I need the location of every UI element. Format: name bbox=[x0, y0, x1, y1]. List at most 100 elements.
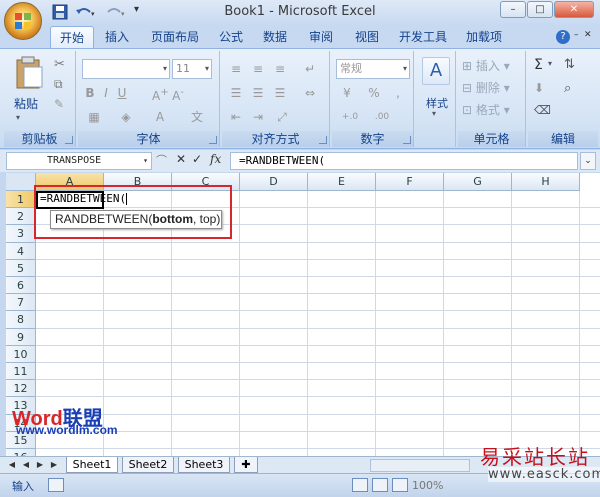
row-header[interactable]: 12 bbox=[6, 380, 36, 398]
copy-icon[interactable]: ⧉ bbox=[54, 77, 63, 92]
alignment-dialog-launcher-icon[interactable] bbox=[319, 136, 327, 144]
phonetic-icon[interactable]: 文 bbox=[182, 107, 212, 127]
row-header[interactable]: 8 bbox=[6, 311, 36, 329]
find-select-icon[interactable]: ⌕ bbox=[564, 81, 571, 96]
styles-dropdown-icon[interactable]: ▾ bbox=[432, 109, 436, 118]
increase-decimal-icon[interactable]: +.0 bbox=[336, 107, 364, 127]
grow-font-icon[interactable]: A+ bbox=[152, 83, 169, 106]
undo-icon[interactable]: ▾ bbox=[74, 4, 98, 21]
cut-icon[interactable]: ✂ bbox=[54, 57, 65, 72]
page-layout-view-icon[interactable] bbox=[372, 478, 388, 492]
align-middle-icon[interactable]: ≡ bbox=[248, 59, 268, 79]
insert-sheet-icon[interactable]: ✚ bbox=[234, 457, 258, 473]
sort-filter-icon[interactable]: ⇅ bbox=[564, 57, 575, 72]
underline-icon[interactable]: U bbox=[114, 83, 130, 103]
paste-icon[interactable] bbox=[10, 55, 46, 91]
format-painter-icon[interactable]: ✎ bbox=[54, 97, 64, 111]
clipboard-dialog-launcher-icon[interactable] bbox=[65, 136, 73, 144]
font-size-combo[interactable]: 11 ▾ bbox=[172, 59, 212, 79]
sheet-tab-3[interactable]: Sheet3 bbox=[178, 457, 230, 473]
align-right-icon[interactable]: ☰ bbox=[270, 83, 290, 103]
number-dialog-launcher-icon[interactable] bbox=[403, 136, 411, 144]
worksheet-grid[interactable]: ABCDEFGH 12345678910111213141516 =RANDBE… bbox=[6, 173, 600, 456]
ribbon-close-icon[interactable]: ✕ bbox=[584, 30, 592, 40]
align-bottom-icon[interactable]: ≡ bbox=[270, 59, 290, 79]
redo-icon[interactable]: ▾ bbox=[104, 4, 128, 21]
row-header[interactable]: 4 bbox=[6, 242, 36, 260]
office-button[interactable] bbox=[4, 2, 42, 40]
row-header[interactable]: 2 bbox=[6, 208, 36, 226]
prev-sheet-icon[interactable]: ◀ bbox=[20, 459, 32, 471]
tab-page-layout[interactable]: 页面布局 bbox=[148, 26, 202, 48]
font-name-combo[interactable]: ▾ bbox=[82, 59, 170, 79]
decrease-indent-icon[interactable]: ⇤ bbox=[226, 107, 246, 127]
row-header[interactable]: 7 bbox=[6, 294, 36, 312]
decrease-decimal-icon[interactable]: .00 bbox=[368, 107, 396, 127]
row-header[interactable]: 6 bbox=[6, 277, 36, 295]
select-all-corner[interactable] bbox=[6, 173, 36, 191]
help-icon[interactable]: ? bbox=[556, 30, 570, 44]
fill-icon[interactable]: ⬇ bbox=[534, 81, 544, 95]
maximize-button[interactable]: □ bbox=[527, 1, 553, 18]
font-color-icon[interactable]: A bbox=[148, 107, 172, 127]
align-center-icon[interactable]: ☰ bbox=[248, 83, 268, 103]
ribbon-min-icon[interactable]: – bbox=[574, 30, 579, 40]
percent-icon[interactable]: % bbox=[364, 83, 384, 103]
tab-review[interactable]: 审阅 bbox=[306, 26, 336, 48]
row-header[interactable]: 1 bbox=[6, 191, 36, 209]
page-break-view-icon[interactable] bbox=[392, 478, 408, 492]
enter-entry-icon[interactable]: ✓ bbox=[192, 152, 202, 166]
align-left-icon[interactable]: ☰ bbox=[226, 83, 246, 103]
column-header[interactable]: F bbox=[376, 173, 444, 191]
insert-cells-button[interactable]: ⊞ 插入 ▾ bbox=[462, 57, 510, 74]
styles-button[interactable]: 样式 bbox=[419, 95, 455, 111]
align-top-icon[interactable]: ≡ bbox=[226, 59, 246, 79]
wrap-text-icon[interactable]: ↵ bbox=[296, 59, 324, 79]
sheet-tab-1[interactable]: Sheet1 bbox=[66, 457, 118, 473]
row-header[interactable]: 5 bbox=[6, 259, 36, 277]
cancel-entry-icon[interactable]: ✕ bbox=[176, 152, 186, 166]
sheet-tab-2[interactable]: Sheet2 bbox=[122, 457, 174, 473]
comma-style-icon[interactable]: , bbox=[388, 83, 408, 103]
zoom-level[interactable]: 100% bbox=[412, 479, 443, 492]
tab-insert[interactable]: 插入 bbox=[102, 26, 132, 48]
fill-color-icon[interactable]: ◈ bbox=[114, 107, 138, 127]
expand-formula-bar-icon[interactable]: ⌄ bbox=[580, 152, 596, 170]
tab-home[interactable]: 开始 bbox=[50, 26, 94, 48]
column-header[interactable]: G bbox=[444, 173, 512, 191]
name-box[interactable]: TRANSPOSE ▾ bbox=[6, 152, 152, 170]
font-dialog-launcher-icon[interactable] bbox=[209, 136, 217, 144]
styles-icon[interactable]: A bbox=[422, 57, 450, 85]
column-header[interactable]: D bbox=[240, 173, 308, 191]
row-header[interactable]: 10 bbox=[6, 345, 36, 363]
merge-center-icon[interactable]: ⇔ bbox=[296, 83, 324, 103]
paste-dropdown-icon[interactable]: ▾ bbox=[16, 113, 20, 122]
last-sheet-icon[interactable]: ▶ bbox=[48, 459, 60, 471]
number-format-combo[interactable]: 常规 ▾ bbox=[336, 59, 410, 79]
column-header[interactable]: E bbox=[308, 173, 376, 191]
normal-view-icon[interactable] bbox=[352, 478, 368, 492]
save-icon[interactable] bbox=[52, 4, 70, 21]
row-header[interactable]: 11 bbox=[6, 363, 36, 381]
autosum-dropdown-icon[interactable]: ▾ bbox=[548, 59, 552, 68]
orientation-icon[interactable]: ⤢ bbox=[270, 107, 294, 127]
formula-input[interactable]: =RANDBETWEEN( bbox=[230, 152, 578, 170]
currency-icon[interactable]: ¥ bbox=[336, 83, 358, 103]
column-header[interactable]: H bbox=[512, 173, 580, 191]
minimize-button[interactable]: – bbox=[500, 1, 526, 18]
row-header[interactable]: 9 bbox=[6, 328, 36, 346]
tab-addins[interactable]: 加载项 bbox=[464, 26, 504, 48]
autosum-icon[interactable]: Σ bbox=[534, 57, 543, 73]
paste-label[interactable]: 粘贴 bbox=[14, 95, 38, 112]
horizontal-scrollbar[interactable] bbox=[370, 459, 470, 472]
next-sheet-icon[interactable]: ▶ bbox=[34, 459, 46, 471]
clear-icon[interactable]: ⌫ bbox=[534, 103, 551, 117]
bold-icon[interactable]: B bbox=[82, 83, 98, 103]
shrink-font-icon[interactable]: A- bbox=[170, 83, 186, 106]
borders-icon[interactable]: ▦ bbox=[82, 107, 106, 127]
tab-developer[interactable]: 开发工具 bbox=[396, 26, 450, 48]
tab-formulas[interactable]: 公式 bbox=[216, 26, 246, 48]
tab-data[interactable]: 数据 bbox=[260, 26, 290, 48]
first-sheet-icon[interactable]: ◀ bbox=[6, 459, 18, 471]
macro-record-icon[interactable] bbox=[48, 478, 64, 492]
